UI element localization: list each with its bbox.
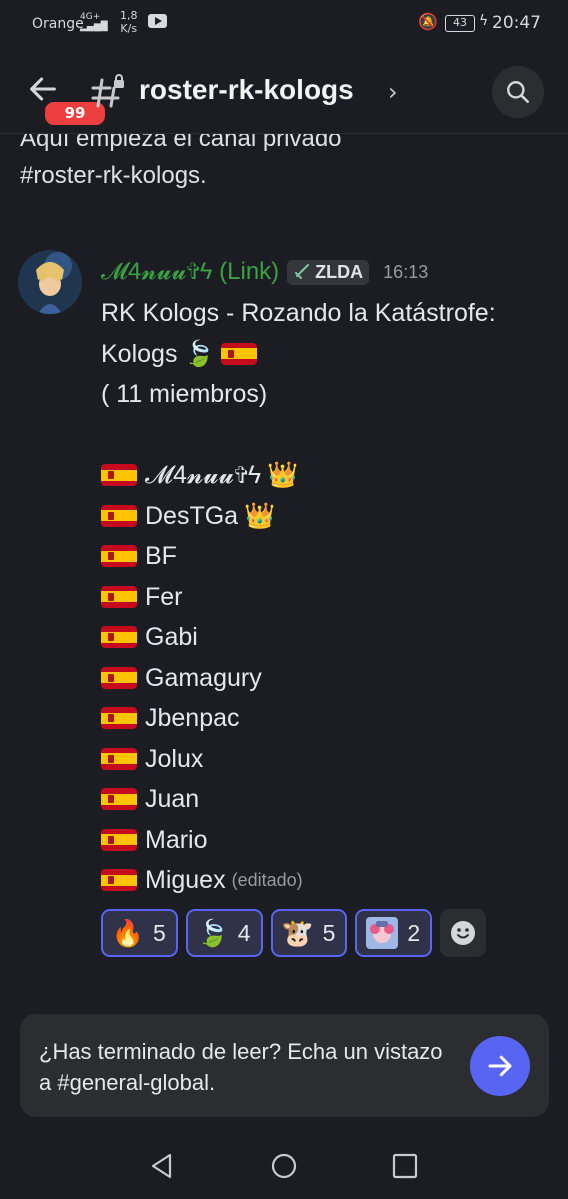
- reaction-count: 2: [407, 919, 421, 946]
- go-to-channel-button[interactable]: [470, 1036, 530, 1096]
- member-line: Gamagury: [101, 658, 496, 699]
- smiley-icon: [451, 921, 476, 945]
- intro-line-2: #roster-rk-kologs.: [20, 162, 207, 189]
- member-name: Fer: [145, 582, 183, 611]
- member-line: DesTGa 👑: [101, 496, 496, 537]
- spain-flag-icon: [101, 828, 137, 851]
- edited-label: (editado): [231, 870, 303, 890]
- member-name: Miguex: [145, 866, 226, 894]
- status-bar: Orange 4G+ ▂▄▆█ 1,8 K/s 🔕 43 ϟ 20:47: [0, 0, 568, 48]
- leaf-emoji-icon: 🍃: [183, 339, 215, 368]
- nav-back-icon[interactable]: [148, 1152, 176, 1180]
- nav-recents-icon[interactable]: [391, 1152, 419, 1180]
- speed-value: 1,8: [120, 9, 138, 22]
- avatar-image: [18, 250, 82, 314]
- member-name: Jolux: [145, 744, 204, 773]
- character-image: [366, 917, 399, 949]
- member-line: Fer: [101, 577, 496, 618]
- add-reaction-button[interactable]: [440, 909, 487, 957]
- search-icon: [507, 81, 530, 104]
- message-body: RK Kologs - Rozando la Katástrofe: Kolog…: [101, 293, 496, 901]
- leaf-emoji-icon: 🍃: [196, 917, 229, 948]
- carrier-label: Orange: [32, 16, 84, 32]
- nav-home-icon[interactable]: [270, 1152, 298, 1180]
- reaction-count: 4: [237, 919, 251, 946]
- member-name: Juan: [145, 785, 200, 813]
- bull-emoji-icon: 🐮: [281, 917, 314, 948]
- member-line: Gabi: [101, 617, 496, 658]
- message-line: RK Kologs - Rozando la Katástrofe:: [101, 293, 496, 334]
- spain-flag-icon: [101, 585, 137, 608]
- network-speed: 1,8 K/s: [120, 9, 138, 35]
- fire-emoji-icon: 🔥: [111, 917, 145, 948]
- spain-flag-icon: [101, 666, 137, 689]
- spain-flag-icon: [101, 788, 137, 811]
- member-line: Mario: [101, 820, 496, 861]
- member-line: Jolux: [101, 739, 496, 780]
- signal-icon: 4G+ ▂▄▆█: [80, 12, 108, 32]
- member-line: Jbenpac: [101, 698, 496, 739]
- message-title: RK Kologs - Rozando la Katástrofe:: [101, 299, 496, 327]
- member-name: DesTGa: [145, 501, 239, 530]
- member-name: 𝓜4𝓷𝓾𝓾✞ϟ: [145, 461, 262, 489]
- message-header: 𝓜4𝓷𝓾𝓾✞ϟ (Link) ZLDA 16:13: [101, 256, 428, 288]
- spain-flag-icon: [101, 464, 137, 487]
- search-button[interactable]: [492, 66, 544, 118]
- message-line: Kologs 🍃: [101, 334, 496, 375]
- chevron-right-icon[interactable]: ›: [388, 78, 398, 106]
- spain-flag-icon: [220, 342, 257, 365]
- member-line: Juan: [101, 779, 496, 820]
- spain-flag-icon: [101, 869, 137, 892]
- crown-emoji-icon: 👑: [267, 461, 299, 489]
- youtube-icon: [148, 14, 167, 28]
- reaction-count: 5: [322, 919, 336, 946]
- member-name: BF: [145, 542, 177, 570]
- reaction-bar: 🔥 5 🍃 4 🐮 5 2: [101, 909, 487, 957]
- member-name: Gabi: [145, 623, 198, 651]
- member-line: 𝓜4𝓷𝓾𝓾✞ϟ 👑: [101, 455, 496, 496]
- speed-unit: K/s: [120, 22, 138, 35]
- channel-header: 99 roster-rk-kologs ›: [0, 48, 568, 134]
- reaction-leaf[interactable]: 🍃 4: [185, 909, 263, 957]
- spain-flag-icon: [101, 747, 137, 770]
- guild-tag-label: ZLDA: [315, 261, 364, 282]
- spain-flag-icon: [101, 545, 137, 568]
- charging-icon: ϟ: [479, 13, 489, 29]
- battery-icon: 43: [445, 15, 475, 32]
- network-label: 4G+: [80, 12, 101, 22]
- member-count: ( 11 miembros): [101, 380, 268, 408]
- clock: 20:47: [492, 13, 541, 33]
- author-name[interactable]: 𝓜4𝓷𝓾𝓾✞ϟ (Link): [101, 258, 279, 286]
- next-channel-text: ¿Has terminado de leer? Echa un vistazo …: [39, 1039, 443, 1095]
- character-emoji-icon: [365, 916, 399, 950]
- battery-level: 43: [453, 16, 467, 29]
- sword-icon: [295, 264, 310, 279]
- message-subtitle: Kologs: [101, 339, 178, 368]
- muted-bell-icon: 🔕: [418, 12, 438, 31]
- private-channel-icon: [91, 74, 124, 108]
- reaction-bull[interactable]: 🐮 5: [270, 909, 348, 957]
- member-name: Mario: [145, 825, 208, 854]
- next-channel-card[interactable]: ¿Has terminado de leer? Echa un vistazo …: [20, 1014, 549, 1117]
- crown-emoji-icon: 👑: [244, 501, 276, 530]
- guild-tag[interactable]: ZLDA: [287, 259, 370, 285]
- member-name: Jbenpac: [145, 704, 240, 732]
- message-time: 16:13: [383, 261, 429, 282]
- author-avatar[interactable]: [18, 250, 82, 314]
- member-name: Gamagury: [145, 663, 262, 692]
- reaction-character[interactable]: 2: [355, 909, 433, 957]
- arrow-right-icon: [488, 1055, 512, 1077]
- reaction-fire[interactable]: 🔥 5: [101, 909, 178, 957]
- system-nav-bar: [0, 1132, 568, 1199]
- member-line: Miguex (editado): [101, 860, 496, 901]
- spain-flag-icon: [101, 626, 137, 649]
- reaction-count: 5: [153, 919, 166, 946]
- member-line: BF: [101, 536, 496, 577]
- channel-title[interactable]: roster-rk-kologs: [139, 74, 354, 106]
- message-line: ( 11 miembros): [101, 374, 496, 415]
- spain-flag-icon: [101, 707, 137, 730]
- spain-flag-icon: [101, 504, 137, 527]
